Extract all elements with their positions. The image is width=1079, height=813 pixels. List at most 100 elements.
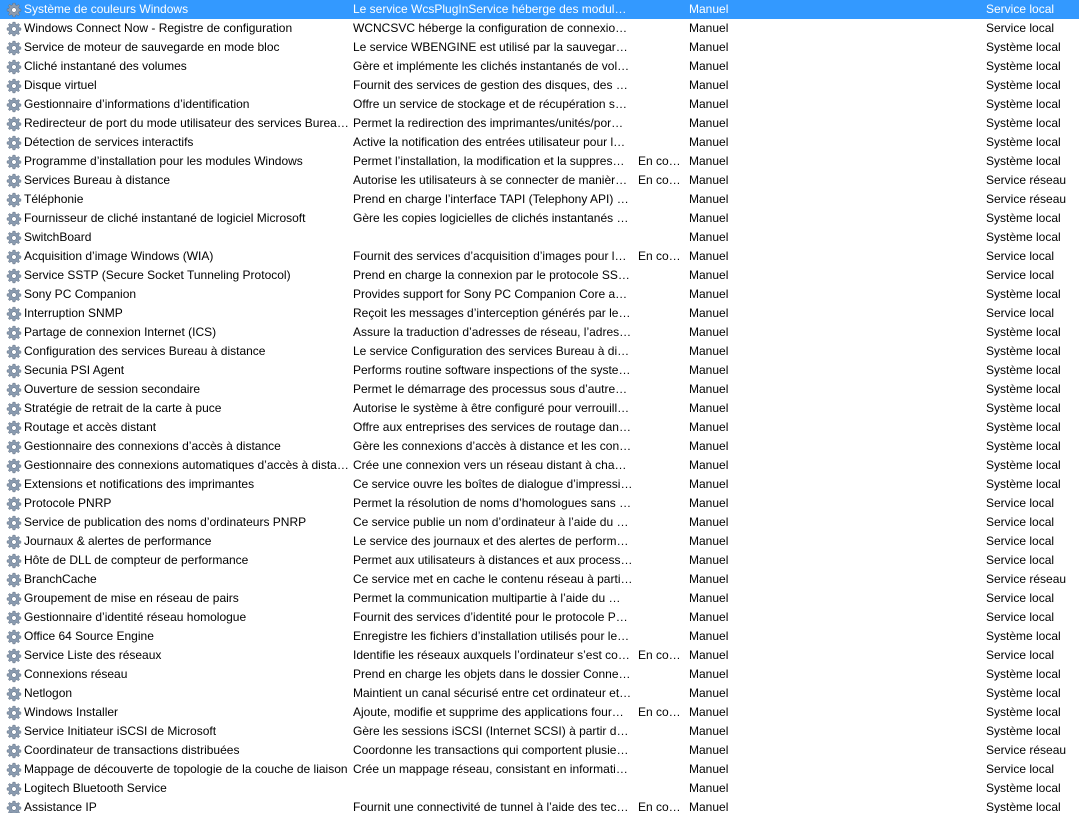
gear-icon	[6, 2, 22, 18]
service-startup-type: Manuel	[689, 648, 729, 662]
service-logon-as: Service réseau	[986, 743, 1067, 757]
service-row[interactable]: Interruption SNMP Reçoit les messages d’…	[0, 304, 1079, 323]
service-row[interactable]: Ouverture de session secondaire Permet l…	[0, 380, 1079, 399]
gear-icon	[6, 800, 22, 813]
service-description: Permet le démarrage des processus sous d…	[353, 382, 633, 396]
service-logon-as: Système local	[986, 724, 1061, 738]
service-startup-type: Manuel	[689, 173, 729, 187]
service-row[interactable]: BranchCache Ce service met en cache le c…	[0, 570, 1079, 589]
gear-icon	[6, 439, 22, 455]
service-row[interactable]: Secunia PSI Agent Performs routine softw…	[0, 361, 1079, 380]
service-description: Le service Configuration des services Bu…	[353, 344, 633, 358]
service-row[interactable]: Redirecteur de port du mode utilisateur …	[0, 114, 1079, 133]
service-description: Performs routine software inspections of…	[353, 363, 631, 377]
service-name: Stratégie de retrait de la carte à puce	[24, 401, 222, 415]
service-row[interactable]: Gestionnaire d’informations d’identifica…	[0, 95, 1079, 114]
service-row[interactable]: SwitchBoard Manuel Système local	[0, 228, 1079, 247]
service-row[interactable]: Fournisseur de cliché instantané de logi…	[0, 209, 1079, 228]
service-description: Gère les connexions d’accès à distance e…	[353, 439, 633, 453]
service-row[interactable]: Cliché instantané des volumes Gère et im…	[0, 57, 1079, 76]
service-description: Ajoute, modifie et supprime des applicat…	[353, 705, 624, 719]
service-logon-as: Service local	[986, 268, 1055, 282]
service-row[interactable]: Gestionnaire des connexions d’accès à di…	[0, 437, 1079, 456]
service-startup-type: Manuel	[689, 401, 729, 415]
service-row[interactable]: Extensions et notifications des impriman…	[0, 475, 1079, 494]
service-logon-as: Service réseau	[986, 173, 1067, 187]
service-description: Assure la traduction d’adresses de résea…	[353, 325, 633, 339]
service-row[interactable]: Protocole PNRP Permet la résolution de n…	[0, 494, 1079, 513]
gear-icon	[6, 686, 22, 702]
service-row[interactable]: Gestionnaire d’identité réseau homologue…	[0, 608, 1079, 627]
service-startup-type: Manuel	[689, 781, 729, 795]
service-row[interactable]: Stratégie de retrait de la carte à puce …	[0, 399, 1079, 418]
service-logon-as: Système local	[986, 78, 1061, 92]
service-row[interactable]: Assistance IP Fournit une connectivité d…	[0, 798, 1079, 813]
service-name: Services Bureau à distance	[24, 173, 171, 187]
service-row[interactable]: Service de publication des noms d’ordina…	[0, 513, 1079, 532]
gear-icon	[6, 743, 22, 759]
service-startup-type: Manuel	[689, 249, 729, 263]
service-startup-type: Manuel	[689, 629, 729, 643]
service-description: Prend en charge les objets dans le dossi…	[353, 667, 633, 681]
service-row[interactable]: Gestionnaire des connexions automatiques…	[0, 456, 1079, 475]
service-startup-type: Manuel	[689, 762, 729, 776]
service-row[interactable]: Journaux & alertes de performance Le ser…	[0, 532, 1079, 551]
service-startup-type: Manuel	[689, 59, 729, 73]
service-row[interactable]: Logitech Bluetooth Service Manuel Systèm…	[0, 779, 1079, 798]
service-name: Gestionnaire des connexions d’accès à di…	[24, 439, 281, 453]
service-startup-type: Manuel	[689, 344, 729, 358]
service-row[interactable]: Service Initiateur iSCSI de Microsoft Gè…	[0, 722, 1079, 741]
service-name: Gestionnaire d’identité réseau homologue	[24, 610, 247, 624]
gear-icon	[6, 781, 22, 797]
service-row[interactable]: Coordinateur de transactions distribuées…	[0, 741, 1079, 760]
service-row[interactable]: Acquisition d’image Windows (WIA) Fourni…	[0, 247, 1079, 266]
gear-icon	[6, 382, 22, 398]
service-row[interactable]: Office 64 Source Engine Enregistre les f…	[0, 627, 1079, 646]
gear-icon	[6, 78, 22, 94]
service-row[interactable]: Service SSTP (Secure Socket Tunneling Pr…	[0, 266, 1079, 285]
gear-icon	[6, 268, 22, 284]
service-row[interactable]: Mappage de découverte de topologie de la…	[0, 760, 1079, 779]
service-startup-type: Manuel	[689, 591, 729, 605]
service-startup-type: Manuel	[689, 2, 729, 16]
service-row[interactable]: Sony PC Companion Provides support for S…	[0, 285, 1079, 304]
service-row[interactable]: Système de couleurs Windows Le service W…	[0, 0, 1079, 19]
service-row[interactable]: Hôte de DLL de compteur de performance P…	[0, 551, 1079, 570]
service-name: Téléphonie	[24, 192, 84, 206]
service-row[interactable]: Programme d’installation pour les module…	[0, 152, 1079, 171]
service-row[interactable]: Windows Connect Now - Registre de config…	[0, 19, 1079, 38]
service-row[interactable]: Disque virtuel Fournit des services de g…	[0, 76, 1079, 95]
service-startup-type: Manuel	[689, 686, 729, 700]
service-row[interactable]: Détection de services interactifs Active…	[0, 133, 1079, 152]
service-name: Windows Connect Now - Registre de config…	[24, 21, 293, 35]
service-description: Fournit une connectivité de tunnel à l’a…	[353, 800, 629, 813]
gear-icon	[6, 724, 22, 740]
service-startup-type: Manuel	[689, 724, 729, 738]
service-logon-as: Système local	[986, 382, 1061, 396]
service-description: Fournit des services d’acquisition d’ima…	[353, 249, 627, 263]
service-name: Secunia PSI Agent	[24, 363, 125, 377]
service-row[interactable]: Groupement de mise en réseau de pairs Pe…	[0, 589, 1079, 608]
service-startup-type: Manuel	[689, 135, 729, 149]
gear-icon	[6, 211, 22, 227]
service-row[interactable]: Service Liste des réseaux Identifie les …	[0, 646, 1079, 665]
service-name: Groupement de mise en réseau de pairs	[24, 591, 239, 605]
service-name: Logitech Bluetooth Service	[24, 781, 167, 795]
service-logon-as: Système local	[986, 325, 1061, 339]
service-row[interactable]: Partage de connexion Internet (ICS) Assu…	[0, 323, 1079, 342]
service-row[interactable]: Téléphonie Prend en charge l’interface T…	[0, 190, 1079, 209]
service-description: Provides support for Sony PC Companion C…	[353, 287, 633, 301]
service-name: Service Initiateur iSCSI de Microsoft	[24, 724, 217, 738]
service-row[interactable]: Configuration des services Bureau à dist…	[0, 342, 1079, 361]
service-row[interactable]: Windows Installer Ajoute, modifie et sup…	[0, 703, 1079, 722]
gear-icon	[6, 173, 22, 189]
service-startup-type: Manuel	[689, 743, 729, 757]
service-logon-as: Système local	[986, 40, 1061, 54]
service-row[interactable]: Service de moteur de sauvegarde en mode …	[0, 38, 1079, 57]
service-row[interactable]: Connexions réseau Prend en charge les ob…	[0, 665, 1079, 684]
service-description: Gère et implémente les clichés instantan…	[353, 59, 630, 73]
service-row[interactable]: Routage et accès distant Offre aux entre…	[0, 418, 1079, 437]
service-row[interactable]: Netlogon Maintient un canal sécurisé ent…	[0, 684, 1079, 703]
service-row[interactable]: Services Bureau à distance Autorise les …	[0, 171, 1079, 190]
gear-icon	[6, 363, 22, 379]
